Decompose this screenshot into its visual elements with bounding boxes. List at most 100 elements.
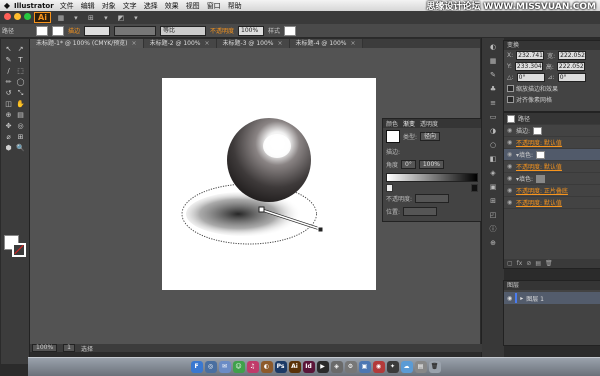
menu-help[interactable]: 帮助 — [228, 1, 242, 11]
appearance-panel-icon[interactable]: ○ — [486, 140, 500, 150]
system-preferences-icon[interactable]: ⚙ — [344, 361, 357, 373]
app-icon[interactable]: ◉ — [372, 361, 385, 373]
add-stroke-icon[interactable]: ▢ — [507, 260, 513, 267]
gradient-ramp[interactable] — [386, 173, 478, 182]
blend-tool-icon[interactable]: ⊞ — [15, 133, 26, 142]
app-icon[interactable]: ✦ — [386, 361, 399, 373]
stroke-color-box[interactable] — [12, 243, 26, 257]
chevron-right-icon[interactable]: ▸ — [520, 295, 523, 302]
tab-document-2[interactable]: 未标题-2 @ 100% × — [143, 39, 217, 48]
scale-strokes-checkbox[interactable] — [507, 85, 514, 92]
pen-tool-icon[interactable]: ✎ — [3, 56, 14, 65]
appearance-opacity-row[interactable]: ◉ 不透明度: 正片叠底 — [504, 185, 600, 197]
media-player-icon[interactable]: ▶ — [316, 361, 329, 373]
width-field[interactable]: 222.052 — [558, 51, 587, 60]
sphere[interactable] — [227, 118, 311, 202]
tab-document-4[interactable]: 未标题-4 @ 100% × — [289, 39, 363, 48]
symbols-panel-icon[interactable]: ♣ — [486, 84, 500, 94]
x-field[interactable]: 232.741 — [516, 51, 545, 60]
appearance-opacity-row[interactable]: ◉ 不透明度: 默认值 — [504, 161, 600, 173]
stroke-panel-icon[interactable]: ≡ — [486, 98, 500, 108]
artboard-tool-icon[interactable]: ⬢ — [3, 144, 14, 153]
fill-stroke-widget[interactable] — [4, 235, 26, 257]
align-pixel-checkbox[interactable] — [507, 96, 514, 103]
eye-icon[interactable]: ◉ — [507, 295, 512, 302]
finder-icon[interactable]: F — [190, 361, 203, 373]
mail-icon[interactable]: ✉ — [218, 361, 231, 373]
eye-icon[interactable]: ◉ — [507, 199, 513, 206]
app-menu[interactable]: Illustrator — [14, 2, 54, 10]
selection-tool-icon[interactable]: ↖ — [3, 45, 14, 54]
appearance-opacity-link[interactable]: 不透明度: 默认值 — [516, 162, 562, 171]
gradient-stop-start[interactable] — [386, 184, 393, 192]
eye-icon[interactable]: ◉ — [507, 127, 513, 134]
appearance-opacity-link[interactable]: 不透明度: 默认值 — [516, 138, 562, 147]
menu-type[interactable]: 文字 — [123, 1, 137, 11]
gradient-location-field[interactable] — [403, 207, 438, 216]
hand-tool-icon[interactable]: ✋ — [15, 100, 26, 109]
variable-width-field[interactable] — [114, 25, 157, 36]
menu-edit[interactable]: 编辑 — [81, 1, 95, 11]
tab-gradient[interactable]: 渐变 — [403, 119, 415, 128]
stroke-label[interactable]: 描边 — [68, 26, 80, 35]
layer-name[interactable]: 图层 1 — [526, 294, 544, 303]
eye-icon[interactable]: ◉ — [507, 139, 513, 146]
chevron-down-icon[interactable]: ▾ — [131, 14, 141, 22]
gradient-aspect-field[interactable]: 100% — [418, 160, 444, 169]
stroke-weight-field[interactable] — [84, 25, 111, 36]
angle-field[interactable]: 0° — [516, 73, 545, 82]
pencil-tool-icon[interactable]: ✏ — [3, 78, 14, 87]
chevron-down-icon[interactable]: ▾ — [101, 14, 111, 22]
eye-icon[interactable]: ◉ — [507, 175, 513, 182]
duplicate-item-icon[interactable]: ▤ — [535, 260, 541, 267]
height-field[interactable]: 222.052 — [556, 62, 585, 71]
illustrator-icon[interactable]: Ai — [288, 361, 301, 373]
shear-field[interactable]: 0° — [557, 73, 586, 82]
brush-profile-field[interactable]: 等比 — [160, 25, 207, 36]
close-icon[interactable] — [4, 13, 11, 20]
rectangle-tool-icon[interactable]: ⬚ — [15, 67, 26, 76]
eye-icon[interactable]: ◉ — [507, 163, 513, 170]
graph-tool-icon[interactable]: ▤ — [15, 111, 26, 120]
graphic-styles-panel-icon[interactable]: ◧ — [486, 154, 500, 164]
color-panel-icon[interactable]: ◐ — [486, 42, 500, 52]
fill-swatch[interactable] — [36, 25, 49, 36]
layer-row[interactable]: ◉ ▸ 图层 1 — [504, 292, 600, 304]
y-field[interactable]: 233.304 — [514, 62, 543, 71]
menu-window[interactable]: 窗口 — [207, 1, 221, 11]
artboard-number-field[interactable]: 1 — [63, 344, 75, 352]
appearance-fill-row[interactable]: ◉ ▾填色: — [504, 149, 600, 161]
app-icon[interactable]: ◈ — [330, 361, 343, 373]
brushes-panel-icon[interactable]: ✎ — [486, 70, 500, 80]
gradient-stop-end[interactable] — [471, 184, 478, 192]
tab-color[interactable]: 颜色 — [386, 119, 398, 128]
close-icon[interactable]: × — [132, 40, 137, 47]
tab-transparency[interactable]: 透明度 — [420, 119, 438, 128]
appearance-opacity-row[interactable]: ◉ 不透明度: 默认值 — [504, 197, 600, 209]
appearance-stroke-row[interactable]: ◉ 描边: — [504, 125, 600, 137]
menu-view[interactable]: 视图 — [186, 1, 200, 11]
gradient-panel-icon[interactable]: ▭ — [486, 112, 500, 122]
safari-icon[interactable]: ◎ — [204, 361, 217, 373]
opacity-field[interactable]: 100% — [238, 25, 265, 36]
workspace-icon[interactable]: ◩ — [116, 14, 126, 22]
menu-object[interactable]: 对象 — [102, 1, 116, 11]
tab-document-1[interactable]: 未标题-1* @ 100% (CMYK/预览) × — [30, 39, 144, 48]
indesign-icon[interactable]: Id — [302, 361, 315, 373]
menu-file[interactable]: 文件 — [60, 1, 74, 11]
layers-panel-icon[interactable]: ◈ — [486, 168, 500, 178]
tab-document-3[interactable]: 未标题-3 @ 100% × — [216, 39, 290, 48]
close-icon[interactable]: × — [205, 40, 210, 47]
stroke-swatch[interactable] — [533, 126, 543, 135]
line-tool-icon[interactable]: / — [3, 67, 14, 76]
symbol-tool-icon[interactable]: ⊕ — [3, 111, 14, 120]
close-icon[interactable]: × — [350, 40, 355, 47]
opacity-label[interactable]: 不透明度 — [210, 26, 234, 35]
menu-effect[interactable]: 效果 — [165, 1, 179, 11]
close-icon[interactable]: × — [278, 40, 283, 47]
align-pixel-option[interactable]: 对齐像素网格 — [504, 94, 600, 105]
navigator-panel-icon[interactable]: ⊕ — [486, 238, 500, 248]
downloads-icon[interactable]: ▤ — [414, 361, 427, 373]
photos-icon[interactable]: ◐ — [260, 361, 273, 373]
gradient-angle-field[interactable]: 0° — [401, 160, 416, 169]
